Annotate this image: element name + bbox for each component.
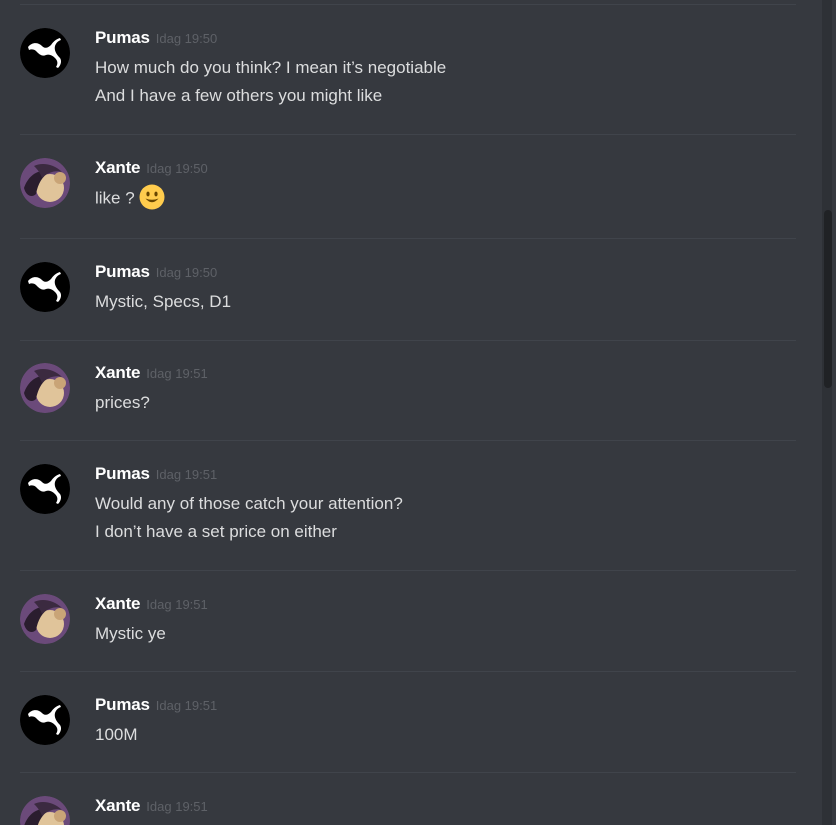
message-group: Pumas Idag 19:51 Would any of those catch…: [0, 464, 820, 544]
message-header: Xante Idag 19:51: [95, 796, 208, 818]
username[interactable]: Pumas: [95, 262, 150, 281]
message-text: I don’t have a set price on either: [95, 522, 337, 541]
message-text: like ?: [95, 188, 135, 208]
timestamp[interactable]: Idag 19:51: [146, 799, 207, 814]
user-photo-avatar: [20, 594, 70, 644]
username[interactable]: Xante: [95, 796, 140, 815]
user-photo-avatar: [20, 158, 70, 208]
chat-messages: Pumas Idag 19:50 How much do you think? I…: [0, 0, 836, 825]
message-text: 100M: [95, 725, 138, 744]
message-divider: [20, 440, 796, 441]
message-group: Xante Idag 19:51: [0, 796, 820, 825]
timestamp[interactable]: Idag 19:51: [156, 698, 217, 713]
message-group: Pumas Idag 19:50 How much do you think? I…: [0, 28, 820, 108]
message-header: Pumas Idag 19:50: [95, 28, 217, 50]
puma-logo-icon: [20, 695, 70, 745]
timestamp[interactable]: Idag 19:50: [156, 31, 217, 46]
message-header: Pumas Idag 19:51: [95, 464, 217, 486]
message-group: Pumas Idag 19:51 100M: [0, 695, 820, 755]
smiley-emoji-icon[interactable]: [139, 184, 165, 210]
username[interactable]: Xante: [95, 594, 140, 613]
avatar-xante[interactable]: [20, 363, 70, 413]
avatar-xante[interactable]: [20, 594, 70, 644]
username[interactable]: Pumas: [95, 28, 150, 47]
message-divider: [20, 4, 796, 5]
message-header: Xante Idag 19:51: [95, 594, 208, 616]
message-header: Xante Idag 19:50: [95, 158, 208, 180]
message-header: Pumas Idag 19:50: [95, 262, 217, 284]
message-divider: [20, 340, 796, 341]
timestamp[interactable]: Idag 19:50: [156, 265, 217, 280]
user-photo-avatar: [20, 796, 70, 825]
username[interactable]: Pumas: [95, 695, 150, 714]
avatar-pumas[interactable]: [20, 28, 70, 78]
timestamp[interactable]: Idag 19:50: [146, 161, 207, 176]
avatar-pumas[interactable]: [20, 464, 70, 514]
avatar-xante[interactable]: [20, 158, 70, 208]
message-text: And I have a few others you might like: [95, 86, 383, 105]
username[interactable]: Xante: [95, 158, 140, 177]
message-text: Mystic ye: [95, 624, 166, 643]
scrollbar-track[interactable]: [822, 0, 832, 825]
user-photo-avatar: [20, 363, 70, 413]
message-group: Xante Idag 19:50 like ?: [0, 158, 820, 218]
timestamp[interactable]: Idag 19:51: [146, 597, 207, 612]
avatar-pumas[interactable]: [20, 262, 70, 312]
avatar-pumas[interactable]: [20, 695, 70, 745]
puma-logo-icon: [20, 28, 70, 78]
message-text: Mystic, Specs, D1: [95, 292, 232, 311]
avatar-xante[interactable]: [20, 796, 70, 825]
message-text: prices?: [95, 393, 150, 412]
message-group: Xante Idag 19:51 prices?: [0, 363, 820, 423]
puma-logo-icon: [20, 262, 70, 312]
message-text-row: like ?: [95, 184, 165, 210]
username[interactable]: Pumas: [95, 464, 150, 483]
message-divider: [20, 671, 796, 672]
message-divider: [20, 570, 796, 571]
puma-logo-icon: [20, 464, 70, 514]
message-group: Xante Idag 19:51 Mystic ye: [0, 594, 820, 654]
username[interactable]: Xante: [95, 363, 140, 382]
scrollbar-thumb[interactable]: [824, 210, 832, 388]
message-divider: [20, 772, 796, 773]
message-header: Pumas Idag 19:51: [95, 695, 217, 717]
message-text: How much do you think? I mean it’s negot…: [95, 58, 447, 77]
message-divider: [20, 134, 796, 135]
message-header: Xante Idag 19:51: [95, 363, 208, 385]
message-group: Pumas Idag 19:50 Mystic, Specs, D1: [0, 262, 820, 322]
timestamp[interactable]: Idag 19:51: [156, 467, 217, 482]
message-divider: [20, 238, 796, 239]
message-text: Would any of those catch your attention?: [95, 494, 403, 513]
timestamp[interactable]: Idag 19:51: [146, 366, 207, 381]
